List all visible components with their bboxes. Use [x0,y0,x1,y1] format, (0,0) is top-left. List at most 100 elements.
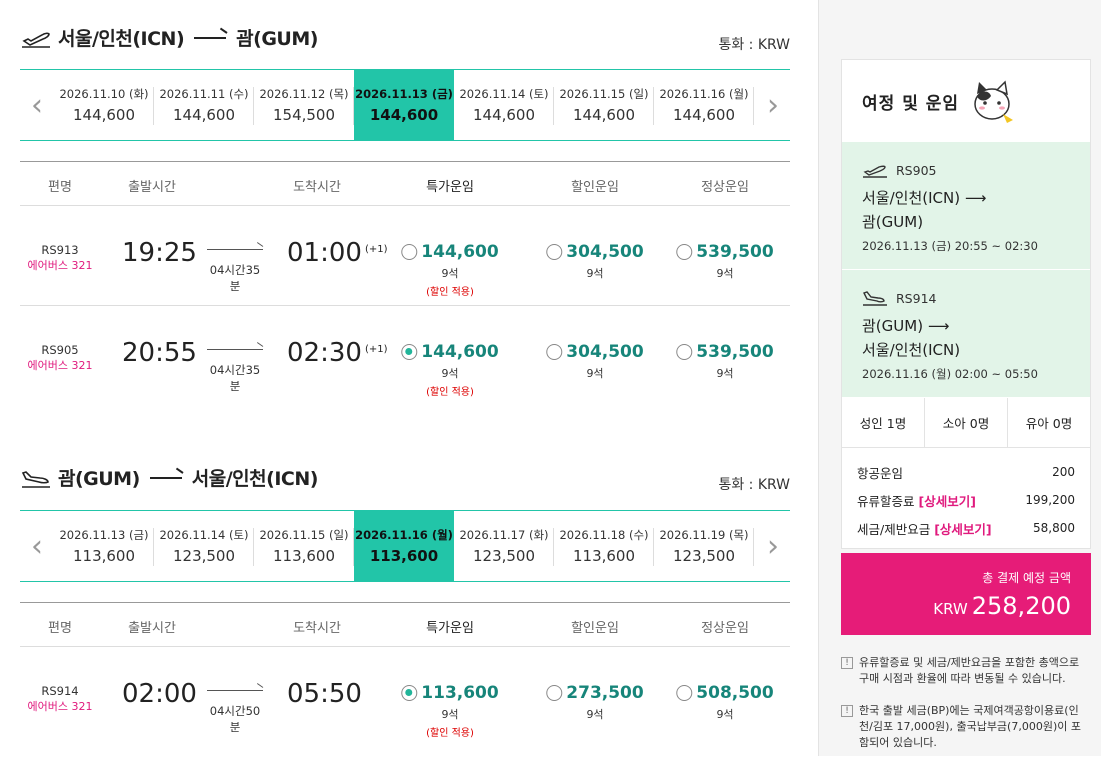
duration-arrow-icon [205,342,265,356]
date-label: 2026.11.14 (토) [159,528,249,542]
table-row: RS914 에어버스 321 02:00 04시간50분 05:50 113,60… [20,647,790,747]
seats-left: 9석 [441,708,459,721]
flight-number: RS914 에어버스 321 [28,683,93,715]
col-special-fare: 특가운임 [426,621,474,636]
adult-count: 성인 1명 [859,416,907,431]
fare-radio[interactable] [676,244,693,260]
fare-radio-selected[interactable] [401,344,418,360]
arrival-time-text: 05:50 [287,679,362,709]
date-option-selected[interactable]: 2026.11.13 (금) 144,600 [354,70,454,140]
fare-radio[interactable] [676,344,693,360]
segment-destination: 서울/인천(ICN) [862,341,961,359]
fare-radio-selected[interactable] [401,685,418,701]
tax-detail-link[interactable]: [상세보기] [934,522,991,537]
date-option[interactable]: 2026.11.15 (일) 144,600 [554,70,654,140]
fare-radio[interactable] [401,244,418,260]
col-discount-fare: 할인운임 [571,180,619,195]
date-option[interactable]: 2026.11.18 (수) 113,600 [554,511,654,581]
fare-amount: 539,500 [696,342,774,362]
aircraft-type: 에어버스 321 [27,700,93,713]
next-dates-button[interactable]: › [756,511,790,581]
discount-note: (할인 적용) [426,728,474,739]
col-departure: 출발시간 [128,180,176,195]
col-flight-no: 편명 [48,180,72,195]
date-label: 2026.11.19 (목) [659,528,749,542]
date-price: 113,600 [369,547,439,565]
itinerary-title: 여정 및 운임 [842,60,1090,142]
fare-amount: 113,600 [421,683,499,703]
date-option-selected[interactable]: 2026.11.16 (월) 113,600 [354,511,454,581]
itinerary-title-text: 여정 및 운임 [862,93,960,114]
tax-row: 세금/제반요금 [상세보기] 58,800 [857,514,1075,542]
date-label: 2026.11.16 (월) [355,528,453,542]
discount-fare-option[interactable]: 304,500 9석 [546,242,644,281]
segment-outbound: RS905 서울/인천(ICN) ⟶ 괌(GUM) 2026.11.13 (금) … [842,142,1090,270]
arrival-time-text: 02:30 [287,338,362,368]
fare-amount: 144,600 [421,242,499,262]
fare-radio[interactable] [676,685,693,701]
takeoff-plane-icon [863,165,887,178]
date-option[interactable]: 2026.11.13 (금) 113,600 [54,511,154,581]
fare-radio[interactable] [546,344,563,360]
date-option[interactable]: 2026.11.10 (화) 144,600 [54,70,154,140]
fare-radio[interactable] [546,244,563,260]
duration-arrow-icon [205,683,265,697]
table-header: 편명 출발시간 도착시간 특가운임 할인운임 정상운임 [20,161,790,206]
total-amount: KRW 258,200 [841,592,1071,620]
date-price: 113,600 [572,547,636,565]
discount-fare-option[interactable]: 304,500 9석 [546,342,644,381]
fee-label: 세금/제반요금 [857,521,931,537]
seats-left: 9석 [716,367,734,380]
itinerary-card: 여정 및 운임 RS905 서울/인천(ICN) ⟶ 괌(GUM) 2026.11… [841,59,1091,549]
seats-left: 9석 [586,367,604,380]
outbound-date-bar: ‹ 2026.11.10 (화) 144,600 2026.11.11 (수) 14… [20,69,790,141]
fare-amount: 304,500 [566,242,644,262]
date-price: 144,600 [572,106,636,124]
departure-time: 20:55 [122,338,197,368]
prev-dates-button[interactable]: ‹ [20,70,54,140]
departure-time: 19:25 [122,238,197,268]
date-option[interactable]: 2026.11.12 (목) 154,500 [254,70,354,140]
fare-breakdown: 항공운임 200 유류할증료 [상세보기] 199,200 세금/제반요금 [상세보기]… [842,448,1090,548]
date-option[interactable]: 2026.11.19 (목) 123,500 [654,511,754,581]
fee-value: 200 [1052,465,1075,479]
discount-note: (할인 적용) [426,287,474,298]
landing-plane-icon [21,470,50,488]
fare-amount: 539,500 [696,242,774,262]
date-option[interactable]: 2026.11.17 (화) 123,500 [454,511,554,581]
date-label: 2026.11.13 (금) [59,528,149,542]
fare-amount: 144,600 [421,342,499,362]
total-value: 258,200 [971,592,1071,620]
normal-fare-option[interactable]: 508,500 9석 [676,683,774,722]
date-option[interactable]: 2026.11.11 (수) 144,600 [154,70,254,140]
flight-code: RS913 [41,243,79,257]
discount-fare-option[interactable]: 273,500 9석 [546,683,644,722]
fuel-detail-link[interactable]: [상세보기] [919,494,976,509]
prev-dates-button[interactable]: ‹ [20,511,54,581]
segment-inbound: RS914 괌(GUM) ⟶ 서울/인천(ICN) 2026.11.16 (월) … [842,270,1090,398]
date-option[interactable]: 2026.11.14 (토) 144,600 [454,70,554,140]
special-fare-option[interactable]: 144,600 9석 (할인 적용) [401,342,499,398]
date-option[interactable]: 2026.11.16 (월) 144,600 [654,70,754,140]
fare-radio[interactable] [546,685,563,701]
origin-label: 괌(GUM) [58,468,140,490]
special-fare-option[interactable]: 113,600 9석 (할인 적용) [401,683,499,739]
segment-datetime: 2026.11.16 (월) 02:00 ~ 05:50 [862,367,1038,381]
seats-left: 9석 [441,367,459,380]
date-label: 2026.11.16 (월) [659,87,749,101]
date-label: 2026.11.10 (화) [59,87,149,101]
date-option[interactable]: 2026.11.15 (일) 113,600 [254,511,354,581]
date-price: 144,600 [172,106,236,124]
normal-fare-option[interactable]: 539,500 9석 [676,242,774,281]
segment-flight-code: RS905 [896,162,937,178]
normal-fare-option[interactable]: 539,500 9석 [676,342,774,381]
date-label: 2026.11.12 (목) [259,87,349,101]
fee-label: 항공운임 [857,465,904,481]
next-dates-button[interactable]: › [756,70,790,140]
segment-destination: 괌(GUM) [862,213,924,231]
seats-left: 9석 [586,708,604,721]
date-option[interactable]: 2026.11.14 (토) 123,500 [154,511,254,581]
special-fare-option[interactable]: 144,600 9석 (할인 적용) [401,242,499,298]
note-item: ! 한국 출발 세금(BP)에는 국제여객공항이용료(인천/김포 17,000원)… [841,703,1091,751]
fare-notes: ! 유류할증료 및 세금/제반요금을 포함한 총액으로 구매 시점과 환율에 따라… [841,655,1091,767]
